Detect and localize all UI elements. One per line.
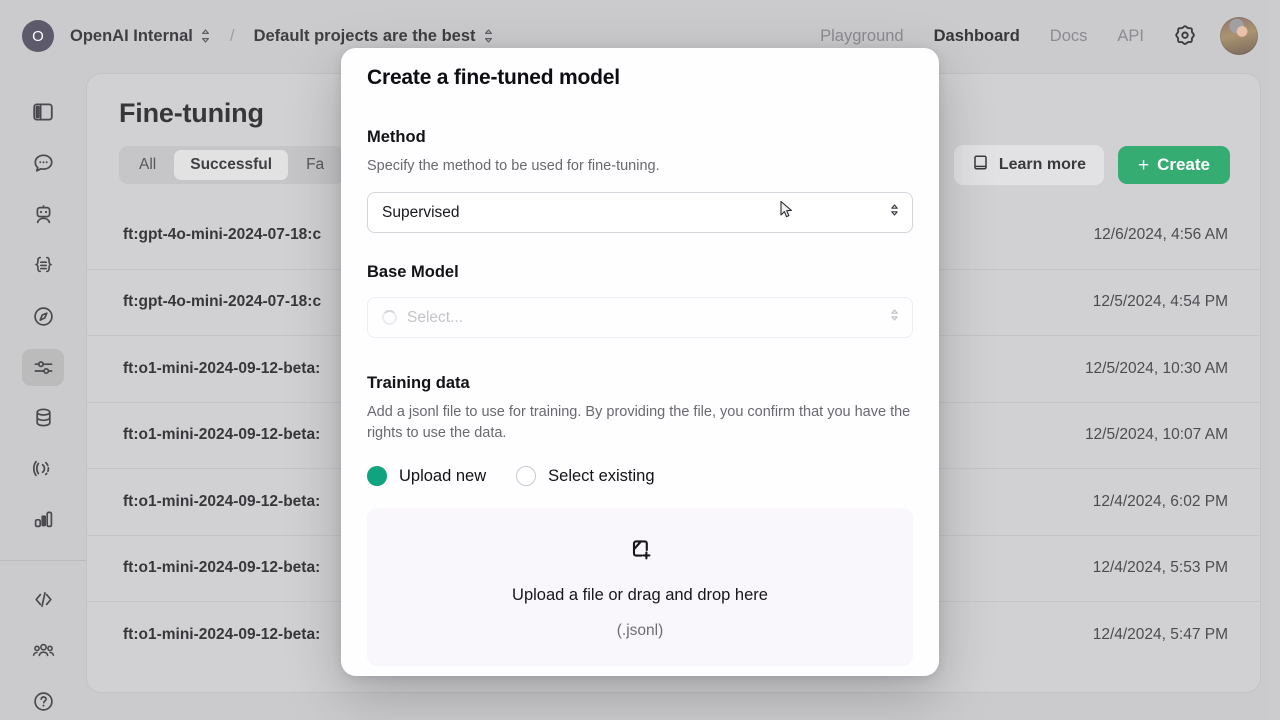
base-model-section: Base Model Select...	[367, 263, 913, 338]
radio-upload-new-label: Upload new	[399, 467, 486, 486]
dialog-title: Create a fine-tuned model	[367, 66, 913, 90]
method-help-text: Specify the method to be used for fine-t…	[367, 156, 913, 177]
radio-upload-new[interactable]: Upload new	[367, 466, 486, 486]
file-dropzone[interactable]: Upload a file or drag and drop here (.js…	[367, 508, 913, 666]
training-data-label: Training data	[367, 374, 913, 393]
file-plus-icon	[625, 535, 655, 570]
chevron-updown-icon	[889, 202, 900, 223]
app-root: O OpenAI Internal / Default projects are…	[0, 0, 1280, 720]
radio-dot-selected-icon	[367, 466, 387, 486]
base-model-label: Base Model	[367, 263, 913, 282]
mouse-cursor	[779, 200, 795, 220]
method-select-value: Supervised	[382, 204, 460, 222]
base-model-select[interactable]: Select...	[367, 297, 913, 338]
dropzone-file-type-text: (.jsonl)	[617, 622, 664, 640]
dropzone-primary-text: Upload a file or drag and drop here	[512, 586, 768, 605]
training-data-section: Training data Add a jsonl file to use fo…	[367, 374, 913, 666]
method-section: Method Specify the method to be used for…	[367, 128, 913, 233]
radio-dot-icon	[516, 466, 536, 486]
radio-select-existing[interactable]: Select existing	[516, 466, 654, 486]
loading-spinner-icon	[382, 310, 397, 325]
base-model-placeholder: Select...	[407, 309, 463, 327]
chevron-updown-icon	[889, 307, 900, 328]
radio-select-existing-label: Select existing	[548, 467, 654, 486]
create-fine-tuned-model-dialog: Create a fine-tuned model Method Specify…	[341, 48, 939, 676]
training-data-help-text: Add a jsonl file to use for training. By…	[367, 402, 913, 444]
training-source-radio-group: Upload new Select existing	[367, 466, 913, 486]
method-label: Method	[367, 128, 913, 147]
method-select[interactable]: Supervised	[367, 192, 913, 233]
